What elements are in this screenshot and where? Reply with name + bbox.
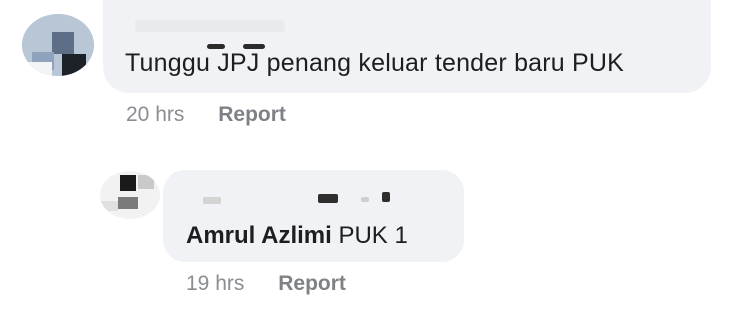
author-name-redacted[interactable] bbox=[125, 12, 285, 49]
avatar[interactable] bbox=[22, 14, 94, 76]
report-button[interactable]: Report bbox=[278, 272, 346, 295]
reply-meta: 19 hrs Report bbox=[186, 272, 346, 296]
comment-meta: 20 hrs Report bbox=[126, 103, 286, 127]
avatar[interactable] bbox=[100, 171, 160, 219]
author-name-redacted[interactable] bbox=[163, 170, 464, 210]
reply-text: Amrul Azlimi PUK 1 bbox=[186, 222, 408, 250]
timestamp[interactable]: 19 hrs bbox=[186, 272, 244, 295]
timestamp[interactable]: 20 hrs bbox=[126, 103, 184, 126]
mention-link[interactable]: Amrul Azlimi bbox=[186, 222, 332, 249]
comment-bubble: Tunggu JPJ penang keluar tender baru PUK bbox=[103, 0, 711, 93]
reply-bubble: Amrul Azlimi PUK 1 bbox=[163, 170, 464, 262]
reply-body: PUK 1 bbox=[331, 222, 408, 249]
report-button[interactable]: Report bbox=[218, 103, 286, 126]
comment-text: Tunggu JPJ penang keluar tender baru PUK bbox=[125, 49, 625, 77]
comment-thread: Tunggu JPJ penang keluar tender baru PUK… bbox=[0, 0, 750, 310]
